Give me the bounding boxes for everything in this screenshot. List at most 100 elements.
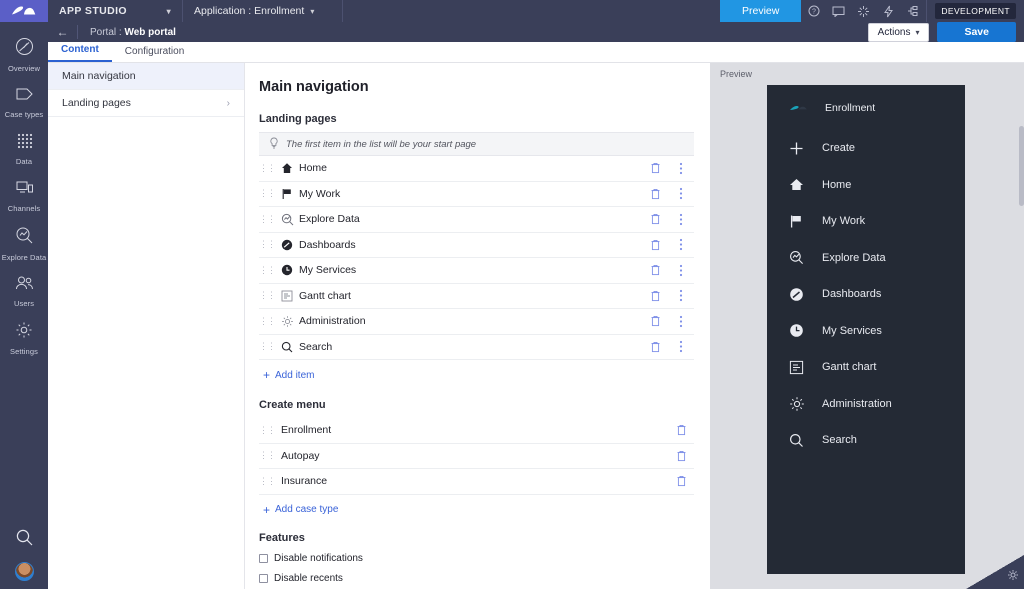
more-vertical-icon[interactable] — [668, 264, 694, 277]
overview-icon — [15, 37, 34, 61]
settings-gear-icon[interactable] — [1007, 568, 1019, 586]
help-icon[interactable]: ? — [801, 0, 826, 22]
preview-item-search[interactable]: Search — [767, 422, 965, 459]
sidebar-item-case-types[interactable]: Case types — [0, 80, 48, 126]
more-vertical-icon[interactable] — [668, 187, 694, 200]
trash-icon[interactable] — [668, 475, 694, 487]
preview-item-administration[interactable]: Administration — [767, 386, 965, 423]
plus-icon — [788, 141, 805, 156]
trash-icon[interactable] — [642, 239, 668, 251]
preview-item-create[interactable]: Create — [767, 130, 965, 167]
trash-icon[interactable] — [642, 188, 668, 200]
drag-handle-icon[interactable]: ⋮⋮ — [259, 316, 276, 327]
more-vertical-icon[interactable] — [668, 315, 694, 328]
chat-icon[interactable] — [826, 0, 851, 22]
sidebar-item-overview[interactable]: Overview — [0, 31, 48, 80]
drag-handle-icon[interactable]: ⋮⋮ — [259, 188, 276, 199]
trash-icon[interactable] — [668, 424, 694, 436]
search-icon[interactable] — [15, 528, 34, 552]
table-row[interactable]: ⋮⋮ Dashboards — [259, 233, 694, 258]
add-item-button[interactable]: + Add item — [263, 369, 694, 381]
topbar-icon-group: ? — [801, 0, 928, 22]
table-row[interactable]: ⋮⋮ Search — [259, 335, 694, 360]
back-arrow-icon[interactable]: ← — [48, 25, 78, 39]
row-label: Explore Data — [299, 213, 360, 226]
drag-handle-icon[interactable]: ⋮⋮ — [259, 290, 276, 301]
preview-item-my-services[interactable]: My Services — [767, 313, 965, 350]
add-case-type-button[interactable]: + Add case type — [263, 504, 694, 516]
breadcrumb-value: Web portal — [124, 26, 176, 38]
trash-icon[interactable] — [668, 450, 694, 462]
flow-node-icon[interactable] — [901, 0, 926, 22]
checkbox-box[interactable] — [259, 573, 268, 583]
table-row[interactable]: ⋮⋮ Gantt chart — [259, 284, 694, 309]
trash-icon[interactable] — [642, 162, 668, 174]
more-vertical-icon[interactable] — [668, 162, 694, 175]
trash-icon[interactable] — [642, 213, 668, 225]
drag-handle-icon[interactable]: ⋮⋮ — [259, 341, 276, 352]
corner-settings-widget[interactable] — [966, 555, 1024, 589]
checkbox-box[interactable] — [259, 553, 268, 563]
tab-configuration[interactable]: Configuration — [112, 46, 197, 62]
drag-handle-icon[interactable]: ⋮⋮ — [259, 425, 276, 436]
avatar[interactable] — [14, 562, 34, 581]
more-vertical-icon[interactable] — [668, 238, 694, 251]
chevron-right-icon: › — [226, 97, 230, 109]
scrollbar-thumb[interactable] — [1019, 126, 1024, 206]
trash-icon[interactable] — [642, 315, 668, 327]
checkbox-disable-notifications[interactable]: Disable notifications — [259, 553, 694, 564]
preview-device-frame: Enrollment Create Home My Work Explore D… — [767, 85, 965, 574]
drag-handle-icon[interactable]: ⋮⋮ — [259, 265, 276, 276]
more-vertical-icon[interactable] — [668, 340, 694, 353]
trash-icon[interactable] — [642, 264, 668, 276]
table-row[interactable]: ⋮⋮ Insurance — [259, 469, 694, 495]
trash-icon[interactable] — [642, 341, 668, 353]
table-row[interactable]: ⋮⋮ My Services — [259, 258, 694, 284]
drag-handle-icon[interactable]: ⋮⋮ — [259, 214, 276, 225]
more-vertical-icon[interactable] — [668, 289, 694, 302]
save-button[interactable]: Save — [937, 22, 1016, 42]
sidebar-item-users[interactable]: Users — [0, 269, 48, 315]
chevron-down-icon: ▾ — [166, 6, 171, 16]
list-item-label: Landing pages — [62, 97, 131, 109]
sidebar-item-explore-data[interactable]: Explore Data — [0, 220, 48, 269]
drag-handle-icon[interactable]: ⋮⋮ — [259, 239, 276, 250]
preview-item-gantt-chart[interactable]: Gantt chart — [767, 349, 965, 386]
checkbox-label: Disable notifications — [274, 552, 363, 564]
preview-button[interactable]: Preview — [720, 0, 802, 22]
drag-handle-icon[interactable]: ⋮⋮ — [259, 450, 276, 461]
row-label: Home — [299, 162, 328, 175]
preview-item-home[interactable]: Home — [767, 167, 965, 204]
pega-logo-icon[interactable] — [0, 0, 48, 22]
sparkle-icon[interactable] — [851, 0, 876, 22]
app-root: APP STUDIO ▾ Application : Enrollment ▾ … — [0, 0, 1024, 589]
preview-item-dashboards[interactable]: Dashboards — [767, 276, 965, 313]
table-row[interactable]: ⋮⋮ Enrollment — [259, 418, 694, 444]
table-row[interactable]: ⋮⋮ Administration — [259, 309, 694, 335]
clock-icon — [275, 264, 299, 276]
sidebar-item-settings[interactable]: Settings — [0, 315, 48, 363]
more-vertical-icon[interactable] — [668, 213, 694, 226]
table-row[interactable]: ⋮⋮ Explore Data — [259, 207, 694, 233]
preview-item-my-work[interactable]: My Work — [767, 203, 965, 240]
table-row[interactable]: ⋮⋮ Home — [259, 156, 694, 182]
sidebar-item-landing-pages[interactable]: Landing pages › — [48, 90, 244, 117]
drag-handle-icon[interactable]: ⋮⋮ — [259, 476, 276, 487]
application-selector[interactable]: Application : Enrollment ▾ — [183, 0, 343, 22]
drag-handle-icon[interactable]: ⋮⋮ — [259, 163, 276, 174]
sidebar-item-channels[interactable]: Channels — [0, 173, 48, 220]
preview-item-explore-data[interactable]: Explore Data — [767, 240, 965, 277]
table-row[interactable]: ⋮⋮ My Work — [259, 182, 694, 207]
app-studio-selector[interactable]: APP STUDIO ▾ — [48, 0, 183, 22]
tab-content[interactable]: Content — [48, 44, 112, 62]
actions-button[interactable]: Actions ▾ — [867, 22, 930, 42]
sidebar-item-main-navigation[interactable]: Main navigation — [48, 63, 244, 90]
sidebar-item-data[interactable]: Data — [0, 126, 48, 173]
breadcrumb-prefix: Portal : — [90, 26, 122, 38]
row-label: Administration — [299, 315, 366, 328]
explore-data-icon — [15, 226, 34, 250]
table-row[interactable]: ⋮⋮ Autopay — [259, 444, 694, 469]
checkbox-disable-recents[interactable]: Disable recents — [259, 573, 694, 584]
trash-icon[interactable] — [642, 290, 668, 302]
lightning-icon[interactable] — [876, 0, 901, 22]
